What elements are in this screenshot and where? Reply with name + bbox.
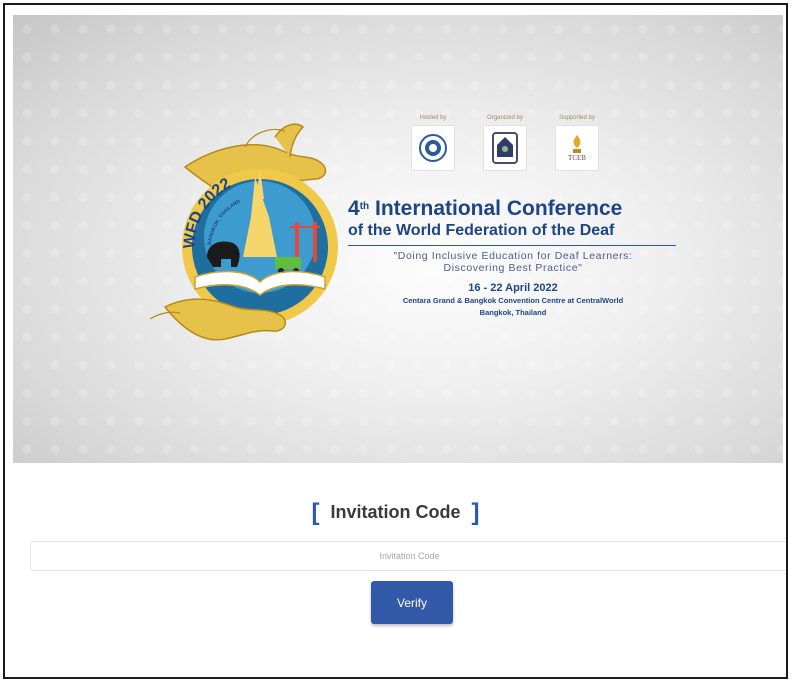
organizer-seal-icon [492,132,518,164]
sponsor-label: Hosted by [419,115,447,121]
page-frame: WFD 2022 BANGKOK, THAILAND Hosted by Org… [3,3,788,679]
tceb-logo-text: TCEB [568,154,586,162]
conference-title-block: 4th International Conference of the Worl… [348,197,678,318]
venue-line1: Centara Grand & Bangkok Convention Centr… [402,296,624,305]
title-ordinal-suffix: th [359,201,370,212]
theme-quote-line1: "Doing Inclusive Education for Deaf Lear… [393,250,633,262]
sponsor-label: Organized by [487,115,523,121]
sponsor-logo-box: TCEB [555,125,599,171]
sponsor-logo-box [483,125,527,171]
un-emblem-icon [419,134,447,162]
theme-quote-line2: Discovering Best Practice" [443,262,583,274]
conference-subtitle: of the World Federation of the Deaf [348,222,615,239]
sponsor-logo-box [411,125,455,171]
venue-line2: Bangkok, Thailand [479,308,547,317]
sponsor-supported: Supported by TCEB [555,115,599,171]
invitation-code-input[interactable] [30,541,786,571]
invitation-code-title: Invitation Code [330,502,461,522]
title-divider [348,245,676,246]
title-ordinal: 4 [348,197,360,220]
bracket-open: [ [311,499,320,526]
sponsor-label: Supported by [559,115,595,121]
sponsor-hosted: Hosted by [411,115,455,171]
conference-dates: 16 - 22 April 2022 [468,282,558,294]
verify-button[interactable]: Verify [371,581,453,624]
tceb-logo-icon [573,135,581,153]
conference-banner: WFD 2022 BANGKOK, THAILAND Hosted by Org… [13,15,783,463]
bracket-close: ] [471,499,480,526]
invitation-code-heading: [ Invitation Code ] [5,499,786,527]
tuk-tuk-icon [275,257,301,269]
conference-title: 4th International Conference [348,197,678,221]
sponsor-organized: Organized by [483,115,527,171]
title-main-text: International Conference [374,197,623,220]
